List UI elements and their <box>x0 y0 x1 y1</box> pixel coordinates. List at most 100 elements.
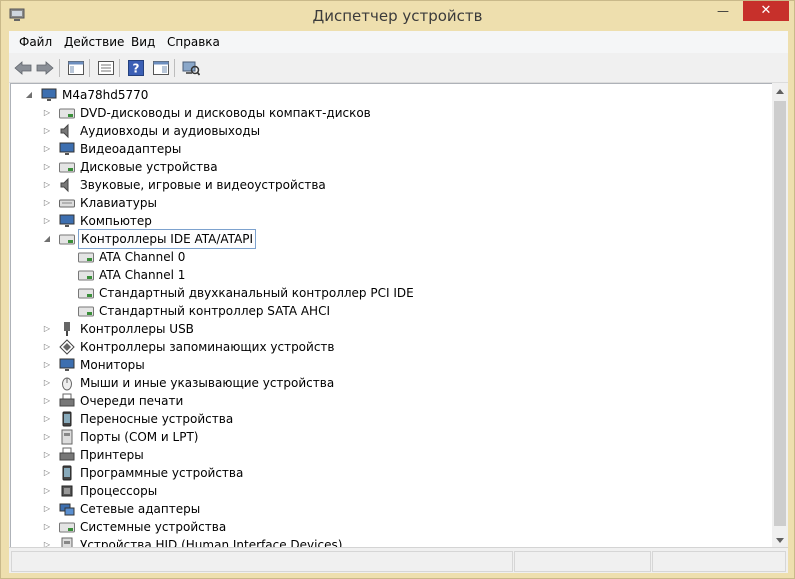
minimize-button[interactable]: — <box>709 1 737 21</box>
tree-item-label: Мыши и иные указывающие устройства <box>80 376 335 390</box>
tree-item[interactable]: ▷ Процессоры <box>11 482 771 500</box>
menu-help[interactable]: Справка <box>167 35 220 49</box>
display-adapter-icon <box>59 142 75 155</box>
menu-action[interactable]: Действие <box>64 35 124 49</box>
expand-arrow-icon[interactable]: ▷ <box>43 104 51 122</box>
expand-arrow-icon[interactable]: ▷ <box>43 194 51 212</box>
tree-item[interactable]: ▷ DVD-дисководы и дисководы компакт-диско… <box>11 104 771 122</box>
help-button[interactable]: ? <box>125 58 147 78</box>
ide-channel-icon <box>78 270 94 281</box>
forward-icon <box>36 61 54 75</box>
expand-arrow-icon[interactable]: ▷ <box>43 518 51 536</box>
tree-item-label: Клавиатуры <box>80 196 157 210</box>
tree-item[interactable]: ▷ Программные устройства <box>11 464 771 482</box>
tree-item[interactable]: ▷ Очереди печати <box>11 392 771 410</box>
tree-subitem[interactable]: ATA Channel 0 <box>11 248 771 266</box>
action-pane-button[interactable] <box>150 58 172 78</box>
tree-item-label: Контроллеры IDE ATA/ATAPI <box>78 229 257 249</box>
device-tree[interactable]: ◢ M4a78hd5770 ▷ DVD-дисководы и дисководы к… <box>10 83 775 549</box>
title-bar[interactable]: Диспетчер устройств — ✕ <box>1 1 794 31</box>
mouse-icon <box>62 377 72 391</box>
toolbar: ? <box>9 54 788 83</box>
vertical-scrollbar[interactable] <box>772 83 788 549</box>
tree-item-label: Компьютер <box>80 214 152 228</box>
tree-item-label: Контроллеры USB <box>80 322 194 336</box>
expand-arrow-icon[interactable]: ▷ <box>43 122 51 140</box>
console-tree-button[interactable] <box>65 58 87 78</box>
tree-item-label: Очереди печати <box>80 394 184 408</box>
expand-arrow-icon[interactable]: ▷ <box>43 410 51 428</box>
tree-item[interactable]: ▷ Мониторы <box>11 356 771 374</box>
tree-item[interactable]: ▷ Клавиатуры <box>11 194 771 212</box>
menu-file[interactable]: Файл <box>19 35 52 49</box>
scan-hardware-button[interactable] <box>180 58 202 78</box>
menu-view[interactable]: Вид <box>131 35 155 49</box>
tree-subitem[interactable]: Стандартный контроллер SATA AHCI <box>11 302 771 320</box>
system-device-icon <box>59 522 75 533</box>
tree-item[interactable]: ▷ Контроллеры USB <box>11 320 771 338</box>
toolbar-separator <box>89 59 90 77</box>
status-cell <box>11 551 513 572</box>
print-queue-icon <box>59 393 75 407</box>
tree-item[interactable]: ▷ Компьютер <box>11 212 771 230</box>
expand-arrow-icon[interactable]: ▷ <box>43 356 51 374</box>
forward-button[interactable] <box>34 58 56 78</box>
tree-root[interactable]: ◢ M4a78hd5770 <box>11 86 771 104</box>
scroll-up-icon[interactable] <box>776 88 784 94</box>
expand-arrow-icon[interactable]: ▷ <box>43 482 51 500</box>
back-icon <box>14 61 32 75</box>
expand-arrow-icon[interactable]: ▷ <box>43 428 51 446</box>
expand-arrow-icon[interactable]: ▷ <box>43 158 51 176</box>
tree-item-label: Видеоадаптеры <box>80 142 182 156</box>
printer-icon <box>59 447 75 461</box>
tree-item[interactable]: ▷ Контроллеры запоминающих устройств <box>11 338 771 356</box>
scroll-down-icon[interactable] <box>776 538 784 544</box>
tree-item[interactable]: ▷ Переносные устройства <box>11 410 771 428</box>
expand-arrow-icon[interactable]: ▷ <box>43 320 51 338</box>
properties-button[interactable] <box>95 58 117 78</box>
audio-io-icon <box>60 123 69 139</box>
action-pane-icon <box>153 61 169 75</box>
expand-arrow-icon[interactable]: ▷ <box>43 464 51 482</box>
expand-arrow-icon[interactable]: ▷ <box>43 338 51 356</box>
tree-item[interactable]: ▷ Порты (COM и LPT) <box>11 428 771 446</box>
expand-arrow-icon[interactable]: ▷ <box>43 212 51 230</box>
tree-item[interactable]: ▷ Мыши и иные указывающие устройства <box>11 374 771 392</box>
expand-arrow-icon[interactable]: ▷ <box>43 374 51 392</box>
expand-arrow-icon[interactable]: ▷ <box>43 140 51 158</box>
tree-subitem[interactable]: Стандартный двухканальный контроллер PCI… <box>11 284 771 302</box>
status-cell <box>514 551 651 572</box>
scan-hardware-icon <box>182 61 200 76</box>
status-cell <box>652 551 786 572</box>
back-button[interactable] <box>12 58 34 78</box>
tree-item-label: Сетевые адаптеры <box>80 502 201 516</box>
toolbar-separator <box>119 59 120 77</box>
scrollbar-thumb[interactable] <box>774 101 786 526</box>
keyboard-icon <box>59 199 75 208</box>
sound-icon <box>60 177 69 193</box>
tree-item[interactable]: ▷ Системные устройства <box>11 518 771 536</box>
tree-item[interactable]: ▷ Звуковые, игровые и видеоустройства <box>11 176 771 194</box>
tree-item-label: Стандартный контроллер SATA AHCI <box>99 304 330 318</box>
tree-item[interactable]: ▷ Аудиовходы и аудиовыходы <box>11 122 771 140</box>
tree-subitem[interactable]: ATA Channel 1 <box>11 266 771 284</box>
collapse-arrow-icon[interactable]: ◢ <box>43 230 51 248</box>
close-button[interactable]: ✕ <box>743 1 789 21</box>
tree-item[interactable]: ▷ Принтеры <box>11 446 771 464</box>
tree-item-label: Контроллеры запоминающих устройств <box>80 340 335 354</box>
dvd-drive-icon <box>59 108 75 119</box>
tree-item[interactable]: ▷ Сетевые адаптеры <box>11 500 771 518</box>
device-manager-window: Диспетчер устройств — ✕ Файл Действие Ви… <box>0 0 795 579</box>
expand-arrow-icon[interactable]: ▷ <box>43 392 51 410</box>
tree-item[interactable]: ▷ Дисковые устройства <box>11 158 771 176</box>
window-title: Диспетчер устройств <box>312 7 483 25</box>
processor-icon <box>61 485 73 497</box>
expand-arrow-icon[interactable]: ▷ <box>43 500 51 518</box>
ide-channel-icon <box>78 306 94 317</box>
tree-item[interactable]: ◢ Контроллеры IDE ATA/ATAPI <box>11 229 771 249</box>
expand-arrow-icon[interactable]: ▷ <box>43 176 51 194</box>
collapse-arrow-icon[interactable]: ◢ <box>25 86 33 104</box>
expand-arrow-icon[interactable]: ▷ <box>43 446 51 464</box>
tree-item[interactable]: ▷ Видеоадаптеры <box>11 140 771 158</box>
ide-channel-icon <box>78 288 94 299</box>
